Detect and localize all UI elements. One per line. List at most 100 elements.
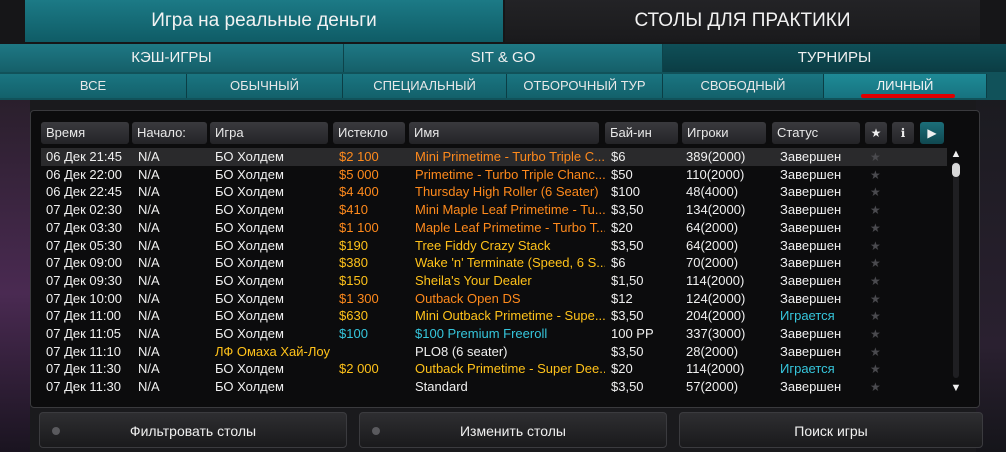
cell-game: БО Холдем: [215, 379, 284, 395]
favorite-star-icon[interactable]: ★: [870, 307, 884, 325]
table-row[interactable]: 07 Дек 09:30 N/A БО Холдем $150 Sheila's You…: [41, 272, 947, 290]
column-header-buyin[interactable]: Бай-ин: [605, 122, 678, 144]
filter-tables-button[interactable]: Фильтровать столы: [39, 412, 347, 448]
filter-all[interactable]: ВСЕ: [0, 74, 187, 98]
tab-real-money[interactable]: Игра на реальные деньги: [25, 0, 503, 42]
cell-buyin: $100: [611, 184, 640, 200]
favorite-star-icon[interactable]: ★: [870, 237, 884, 255]
filter-tables-label: Фильтровать столы: [129, 423, 257, 439]
favorite-star-icon[interactable]: ★: [870, 254, 884, 272]
search-game-button[interactable]: Поиск игры: [679, 412, 983, 448]
favorite-star-icon[interactable]: ★: [870, 343, 884, 361]
filter-qualifier[interactable]: ОТБОРОЧНЫЙ ТУР: [507, 74, 663, 98]
column-header-start[interactable]: Начало:: [132, 122, 207, 144]
cell-name: Thursday High Roller (6 Seater): [415, 184, 599, 200]
cell-buyin: $3,50: [611, 202, 644, 218]
favorite-star-icon[interactable]: ★: [870, 290, 884, 308]
table-row[interactable]: 06 Дек 22:00 N/A БО Холдем $5 000 Primetime …: [41, 166, 947, 184]
table-row[interactable]: 07 Дек 11:00 N/A БО Холдем $630 Mini Outback…: [41, 307, 947, 325]
favorite-star-icon[interactable]: ★: [870, 325, 884, 343]
cell-expired: $100: [339, 326, 368, 341]
table-row[interactable]: 07 Дек 11:05 N/A БО Холдем $100 $100 Premium…: [41, 325, 947, 343]
table-row[interactable]: 06 Дек 21:45 N/A БО Холдем $2 100 Mini Prime…: [41, 148, 947, 166]
cell-status: Играется: [780, 308, 835, 324]
cell-status: Завершен: [780, 343, 842, 359]
table-row[interactable]: 07 Дек 11:30 N/A БО Холдем $2 000 Outback Pr…: [41, 360, 947, 378]
cell-time: 06 Дек 22:00: [46, 166, 122, 182]
cell-start: N/A: [138, 290, 160, 306]
favorite-star-icon[interactable]: ★: [870, 148, 884, 166]
filter-freeroll[interactable]: СВОБОДНЫЙ: [663, 74, 824, 98]
tab-practice-tables[interactable]: СТОЛЫ ДЛЯ ПРАКТИКИ: [505, 0, 980, 42]
column-header-game[interactable]: Игра: [210, 122, 328, 144]
cell-buyin: $6: [611, 149, 626, 164]
cell-players: 389(2000): [686, 149, 746, 164]
cell-time: 07 Дек 11:00: [46, 308, 121, 324]
column-header-expired[interactable]: Истекло: [333, 122, 405, 144]
scroll-up-arrow-icon[interactable]: ▲: [950, 148, 962, 160]
game-type-bar: КЭШ-ИГРЫ SIT & GO ТУРНИРЫ: [0, 44, 1006, 72]
cell-time: 07 Дек 05:30: [46, 237, 122, 253]
favorite-star-icon[interactable]: ★: [870, 219, 884, 237]
column-header-players[interactable]: Игроки: [682, 122, 766, 144]
cell-expired: $4 400: [339, 184, 379, 200]
favorite-star-icon[interactable]: ★: [870, 183, 884, 201]
cell-time: 07 Дек 02:30: [46, 202, 122, 218]
filter-regular[interactable]: ОБЫЧНЫЙ: [187, 74, 343, 98]
cell-name: PLO8 (6 seater): [415, 343, 508, 359]
column-header-time[interactable]: Время: [41, 122, 129, 144]
cell-expired: $410: [339, 202, 368, 218]
table-row[interactable]: 07 Дек 11:30 N/A БО Холдем Standard $3,50 57(…: [41, 378, 947, 396]
change-tables-button[interactable]: Изменить столы: [359, 412, 667, 448]
favorite-star-icon[interactable]: ★: [870, 272, 884, 290]
cell-time: 07 Дек 10:00: [46, 290, 122, 306]
scroll-down-arrow-icon[interactable]: ▼: [950, 382, 962, 394]
cell-start: N/A: [138, 379, 160, 395]
column-header-name[interactable]: Имя: [409, 122, 599, 144]
cell-buyin: $1,50: [611, 272, 644, 288]
search-game-label: Поиск игры: [794, 423, 868, 439]
cell-name: Wake 'n' Terminate (Speed, 6 S...: [415, 255, 605, 271]
favorite-star-icon[interactable]: ★: [870, 201, 884, 219]
cell-status: Завершен: [780, 219, 842, 235]
cell-status: Завершен: [780, 290, 842, 306]
star-header-icon[interactable]: ★: [865, 122, 887, 144]
filter-special[interactable]: СПЕЦИАЛЬНЫЙ: [343, 74, 507, 98]
cell-start: N/A: [138, 166, 160, 182]
cell-players: 114(2000): [686, 361, 745, 377]
cell-name: Mini Maple Leaf Primetime - Tu...: [415, 202, 605, 218]
table-row[interactable]: 07 Дек 05:30 N/A БО Холдем $190 Tree Fiddy C…: [41, 237, 947, 255]
cell-expired: $630: [339, 308, 368, 324]
cell-game: ЛФ Омаха Хай-Лоу: [215, 343, 330, 359]
cell-players: 48(4000): [686, 184, 739, 200]
tab-tournaments[interactable]: ТУРНИРЫ: [663, 44, 1006, 72]
table-row[interactable]: 07 Дек 10:00 N/A БО Холдем $1 300 Outback Op…: [41, 290, 947, 308]
cell-buyin: $50: [611, 166, 633, 182]
table-row[interactable]: 07 Дек 02:30 N/A БО Холдем $410 Mini Maple L…: [41, 201, 947, 219]
table-row[interactable]: 06 Дек 22:45 N/A БО Холдем $4 400 Thursday H…: [41, 183, 947, 201]
favorite-star-icon[interactable]: ★: [870, 166, 884, 184]
cell-name: Outback Primetime - Super Dee...: [415, 361, 605, 377]
cell-buyin: $6: [611, 255, 626, 271]
table-row[interactable]: 07 Дек 09:00 N/A БО Холдем $380 Wake 'n' Ter…: [41, 254, 947, 272]
tab-cash-games[interactable]: КЭШ-ИГРЫ: [0, 44, 344, 72]
cell-game: БО Холдем: [215, 361, 284, 377]
info-header-icon[interactable]: ℹ: [892, 122, 914, 144]
scrollbar-thumb[interactable]: [952, 163, 960, 177]
table-row[interactable]: 07 Дек 11:10 N/A ЛФ Омаха Хай-Лоу PLO8 (6 s…: [41, 343, 947, 361]
scrollbar-track[interactable]: [953, 162, 959, 378]
cell-status: Завершен: [780, 149, 842, 164]
cell-game: БО Холдем: [215, 202, 284, 218]
table-row[interactable]: 07 Дек 03:30 N/A БО Холдем $1 100 Maple Leaf…: [41, 219, 947, 237]
cell-game: БО Холдем: [215, 272, 284, 288]
selected-filter-underline: [861, 94, 955, 98]
favorite-star-icon[interactable]: ★: [870, 360, 884, 378]
indicator-dot-icon: [52, 427, 60, 435]
tab-sit-and-go[interactable]: SIT & GO: [344, 44, 663, 72]
cell-status: Играется: [780, 361, 835, 377]
favorite-star-icon[interactable]: ★: [870, 378, 884, 396]
play-icon[interactable]: ▶: [920, 122, 944, 144]
cell-game: БО Холдем: [215, 166, 284, 182]
cell-buyin: $3,50: [611, 343, 644, 359]
column-header-status[interactable]: Статус: [772, 122, 860, 144]
